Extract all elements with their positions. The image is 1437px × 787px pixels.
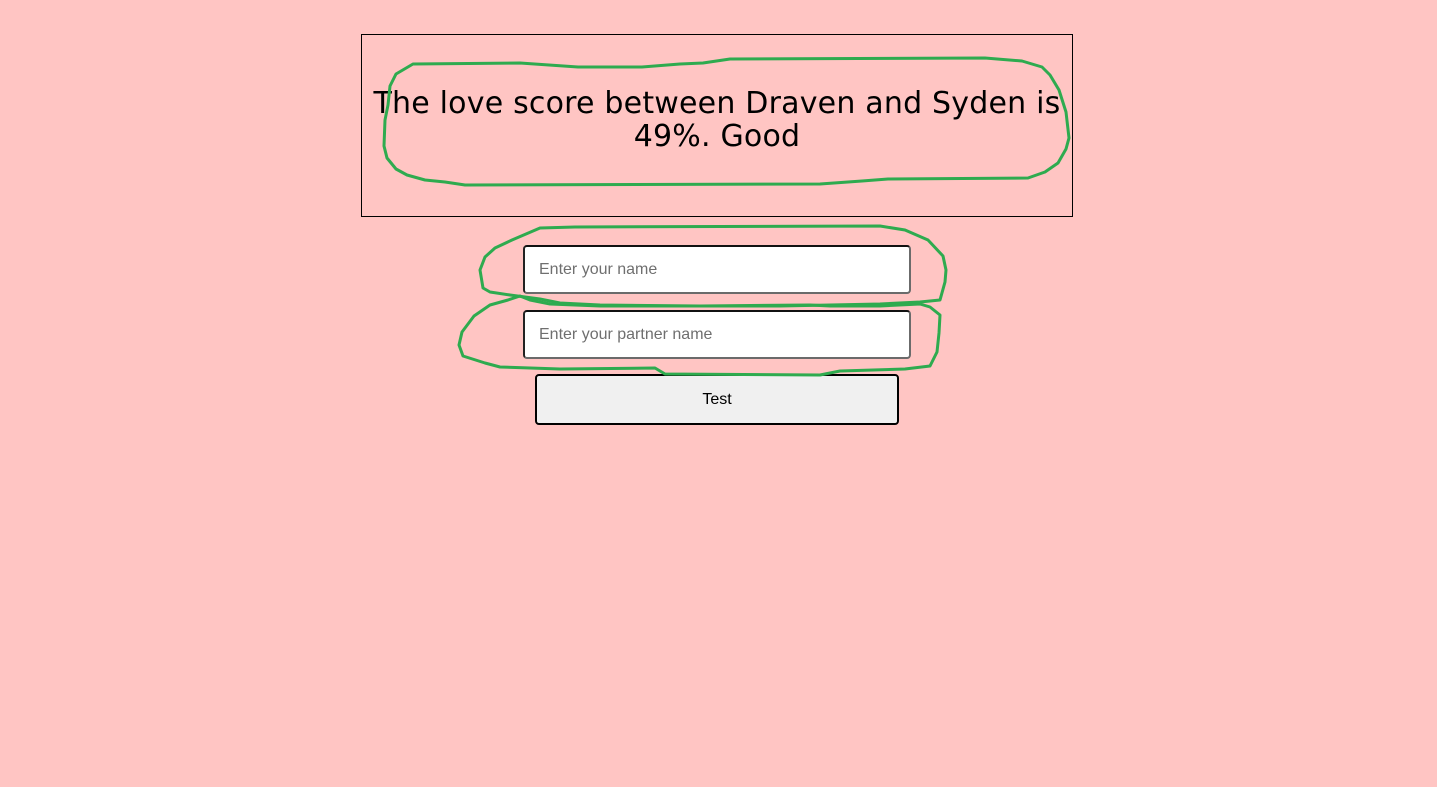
test-button[interactable]: Test [535,374,899,425]
love-score-result: The love score between Draven and Syden … [373,86,1061,154]
partner-name-input[interactable] [523,310,911,359]
your-name-input[interactable] [523,245,911,294]
result-box: The love score between Draven and Syden … [361,34,1073,217]
